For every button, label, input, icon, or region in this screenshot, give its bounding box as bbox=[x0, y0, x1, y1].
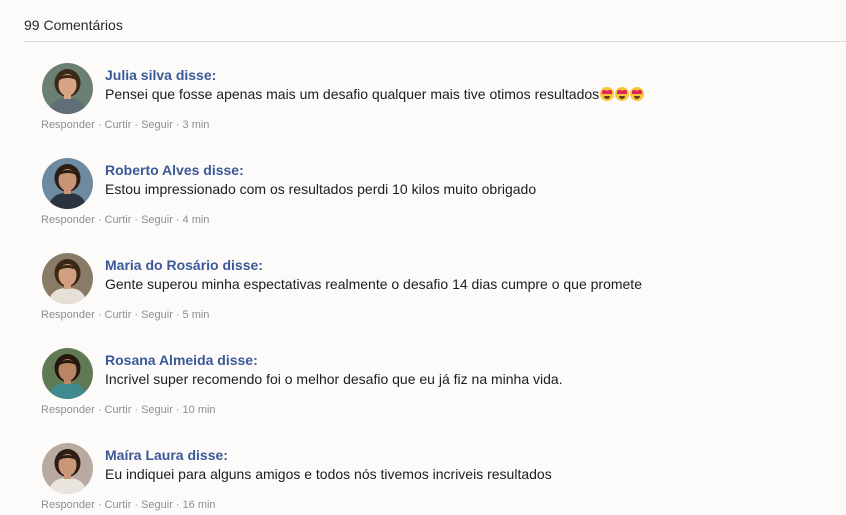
like-link[interactable]: Curtir bbox=[105, 119, 132, 131]
comment-actions: Responder · Curtir · Seguir · 4 min bbox=[41, 214, 209, 226]
comment-actions: Responder · Curtir · Seguir · 16 min bbox=[41, 499, 216, 511]
comment-actions: Responder · Curtir · Seguir · 5 min bbox=[41, 309, 209, 321]
separator: · bbox=[175, 309, 180, 321]
reply-link[interactable]: Responder bbox=[41, 499, 95, 511]
comment-item: Julia silva disse: Pensei que fosse apen… bbox=[41, 63, 831, 133]
heart-eyes-emoji bbox=[630, 87, 645, 101]
comment-actions: Responder · Curtir · Seguir · 10 min bbox=[41, 404, 216, 416]
separator: · bbox=[175, 404, 180, 416]
person-photo bbox=[42, 348, 93, 399]
comment-body: Estou impressionado com os resultados pe… bbox=[105, 181, 537, 197]
separator: · bbox=[175, 214, 180, 226]
comment-actions: Responder · Curtir · Seguir · 3 min bbox=[41, 119, 209, 131]
comment-text: Estou impressionado com os resultados pe… bbox=[105, 181, 536, 197]
comments-count-title: 99 Comentários bbox=[24, 17, 123, 33]
heart-eyes-emoji bbox=[615, 87, 630, 101]
avatar[interactable] bbox=[42, 63, 93, 114]
comment-author[interactable]: Maria do Rosário disse: bbox=[105, 257, 263, 273]
separator: · bbox=[134, 404, 139, 416]
comment-time: 4 min bbox=[182, 214, 210, 226]
comment-text: Eu indiquei para alguns amigos e todos n… bbox=[105, 466, 552, 482]
separator: · bbox=[97, 119, 102, 131]
avatar[interactable] bbox=[42, 158, 93, 209]
comment-body: Gente superou minha espectativas realmen… bbox=[105, 276, 642, 292]
avatar[interactable] bbox=[42, 443, 93, 494]
separator: · bbox=[134, 119, 139, 131]
comment-text: Pensei que fosse apenas mais um desafio … bbox=[105, 86, 645, 102]
like-link[interactable]: Curtir bbox=[105, 404, 132, 416]
like-link[interactable]: Curtir bbox=[105, 214, 132, 226]
comment-text: Incrivel super recomendo foi o melhor de… bbox=[105, 371, 563, 387]
heart-eyes-emoji-group bbox=[599, 86, 645, 102]
heart-eyes-emoji bbox=[600, 87, 615, 101]
person-photo bbox=[42, 253, 93, 304]
person-photo bbox=[42, 443, 93, 494]
like-link[interactable]: Curtir bbox=[105, 309, 132, 321]
follow-link[interactable]: Seguir bbox=[141, 214, 173, 226]
separator: · bbox=[97, 404, 102, 416]
follow-link[interactable]: Seguir bbox=[141, 309, 173, 321]
comments-section: 99 Comentários Julia silva disse: Pensei… bbox=[0, 0, 846, 515]
comment-time: 10 min bbox=[182, 404, 216, 416]
separator: · bbox=[97, 499, 102, 511]
comment-time: 16 min bbox=[182, 499, 216, 511]
separator: · bbox=[97, 214, 102, 226]
separator: · bbox=[134, 499, 139, 511]
comment-item: Roberto Alves disse: Estou impressionado… bbox=[41, 158, 831, 228]
comment-time: 5 min bbox=[182, 309, 210, 321]
follow-link[interactable]: Seguir bbox=[141, 119, 173, 131]
comment-body: Eu indiquei para alguns amigos e todos n… bbox=[105, 466, 552, 482]
header-divider bbox=[24, 41, 846, 42]
reply-link[interactable]: Responder bbox=[41, 119, 95, 131]
comment-body: Pensei que fosse apenas mais um desafio … bbox=[105, 86, 600, 102]
separator: · bbox=[97, 309, 102, 321]
comment-body: Incrivel super recomendo foi o melhor de… bbox=[105, 371, 563, 387]
separator: · bbox=[175, 119, 180, 131]
avatar[interactable] bbox=[42, 253, 93, 304]
comment-text: Gente superou minha espectativas realmen… bbox=[105, 276, 642, 292]
separator: · bbox=[175, 499, 180, 511]
reply-link[interactable]: Responder bbox=[41, 309, 95, 321]
avatar[interactable] bbox=[42, 348, 93, 399]
reply-link[interactable]: Responder bbox=[41, 214, 95, 226]
separator: · bbox=[134, 214, 139, 226]
comment-author[interactable]: Rosana Almeida disse: bbox=[105, 352, 258, 368]
person-photo bbox=[42, 63, 93, 114]
follow-link[interactable]: Seguir bbox=[141, 499, 173, 511]
comment-time: 3 min bbox=[182, 119, 210, 131]
follow-link[interactable]: Seguir bbox=[141, 404, 173, 416]
comment-author[interactable]: Roberto Alves disse: bbox=[105, 162, 244, 178]
reply-link[interactable]: Responder bbox=[41, 404, 95, 416]
comment-item: Maria do Rosário disse: Gente superou mi… bbox=[41, 253, 831, 323]
comment-item: Rosana Almeida disse: Incrivel super rec… bbox=[41, 348, 831, 418]
like-link[interactable]: Curtir bbox=[105, 499, 132, 511]
comment-item: Maíra Laura disse: Eu indiquei para algu… bbox=[41, 443, 831, 513]
person-photo bbox=[42, 158, 93, 209]
comment-author[interactable]: Julia silva disse: bbox=[105, 67, 216, 83]
comment-author[interactable]: Maíra Laura disse: bbox=[105, 447, 228, 463]
separator: · bbox=[134, 309, 139, 321]
